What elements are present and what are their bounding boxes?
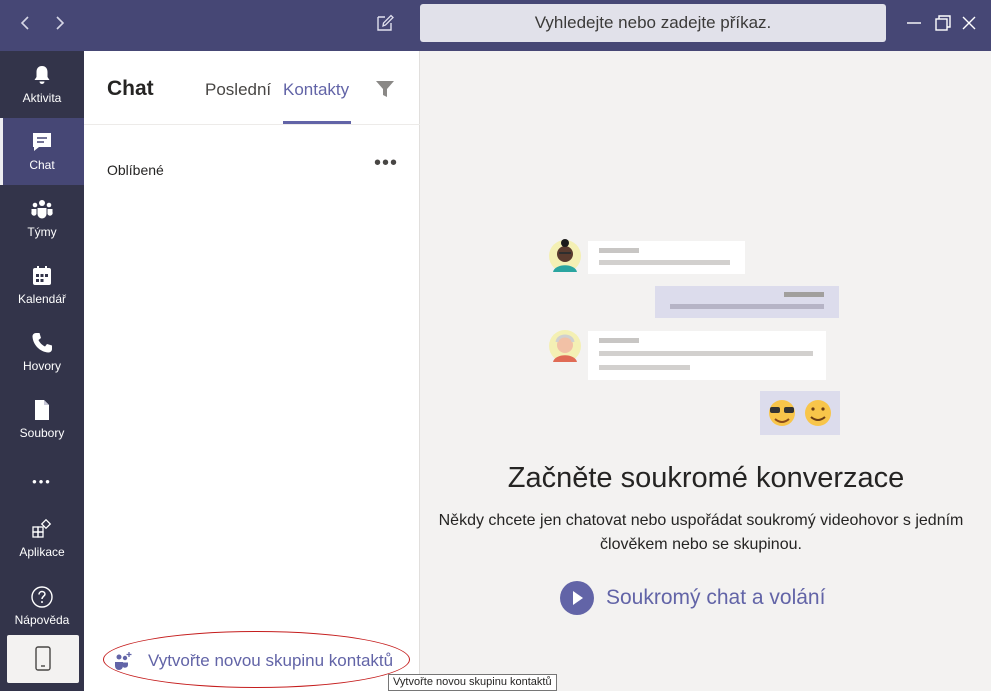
rail-item-label: Chat bbox=[29, 158, 55, 172]
help-icon bbox=[31, 586, 53, 608]
file-icon bbox=[35, 400, 49, 420]
rail-item-chat[interactable]: Chat bbox=[0, 118, 84, 185]
empty-state-description: Někdy chcete jen chatovat nebo uspořádat… bbox=[438, 512, 964, 553]
private-chat-call-button[interactable]: Soukromý chat a volání bbox=[560, 581, 825, 615]
new-contact-group-button[interactable]: Vytvořte novou skupinu kontaktů bbox=[112, 647, 393, 675]
rail-item-label: Aplikace bbox=[19, 545, 65, 559]
rail-item-teams[interactable]: Týmy bbox=[0, 185, 84, 252]
phone-icon bbox=[32, 333, 52, 353]
tooltip: Vytvořte novou skupinu kontaktů bbox=[388, 674, 557, 691]
minimize-icon bbox=[907, 22, 921, 24]
private-chat-call-label: Soukromý chat a volání bbox=[606, 586, 826, 609]
rail-item-label: Týmy bbox=[27, 225, 57, 239]
tab-contacts[interactable]: Kontakty bbox=[283, 80, 349, 100]
mobile-device-icon bbox=[35, 646, 51, 671]
new-contact-group-label: Vytvořte novou skupinu kontaktů bbox=[148, 651, 394, 670]
filter-icon bbox=[376, 81, 394, 97]
compose-icon bbox=[377, 14, 394, 31]
conversation-illustration bbox=[549, 239, 840, 435]
apps-icon bbox=[32, 518, 52, 538]
minimize-button[interactable] bbox=[903, 12, 925, 34]
rail-item-apps[interactable]: Aplikace bbox=[0, 505, 84, 572]
chat-icon bbox=[33, 133, 51, 151]
rail-item-files[interactable]: Soubory bbox=[0, 386, 84, 453]
chevron-right-icon bbox=[56, 16, 65, 30]
rail-item-label: Kalendář bbox=[17, 292, 67, 306]
section-favorites-label: Oblíbené bbox=[107, 162, 164, 178]
active-tab-indicator bbox=[283, 121, 351, 124]
main-content: Začněte soukromé konverzace Někdy chcete… bbox=[421, 51, 991, 691]
rail-more-button[interactable]: ••• bbox=[0, 474, 84, 489]
rail-item-label: Soubory bbox=[19, 426, 65, 440]
app-rail: Aktivita Chat Týmy Kalendář Hovory Soubo… bbox=[0, 51, 84, 691]
tab-recent[interactable]: Poslední bbox=[205, 80, 271, 100]
close-icon bbox=[962, 16, 976, 30]
rail-item-help[interactable]: Nápověda bbox=[0, 573, 84, 640]
chat-panel-header: Chat Poslední Kontakty bbox=[84, 51, 420, 125]
maximize-icon bbox=[935, 15, 951, 31]
search-input[interactable]: Vyhledejte nebo zadejte příkaz. bbox=[420, 4, 886, 42]
rail-item-activity[interactable]: Aktivita bbox=[0, 51, 84, 118]
more-options-button[interactable]: ••• bbox=[374, 153, 398, 179]
chat-panel: Chat Poslední Kontakty Oblíbené ••• Vytv… bbox=[84, 51, 420, 691]
empty-state-headline: Začněte soukromé konverzace bbox=[507, 462, 905, 494]
add-group-icon bbox=[115, 652, 132, 670]
panel-title: Chat bbox=[107, 77, 154, 100]
mobile-device-button[interactable] bbox=[7, 635, 79, 683]
filter-button[interactable] bbox=[374, 78, 396, 100]
rail-item-calls[interactable]: Hovory bbox=[0, 319, 84, 386]
rail-item-label: Aktivita bbox=[22, 91, 62, 105]
rail-item-label: Nápověda bbox=[14, 613, 70, 627]
compose-button[interactable] bbox=[374, 12, 396, 34]
back-button[interactable] bbox=[14, 10, 36, 36]
bell-icon bbox=[34, 66, 50, 84]
play-icon bbox=[560, 581, 594, 615]
chevron-left-icon bbox=[20, 16, 29, 30]
calendar-icon bbox=[33, 266, 51, 285]
forward-button[interactable] bbox=[49, 10, 71, 36]
maximize-button[interactable] bbox=[932, 12, 954, 34]
teams-icon bbox=[31, 200, 53, 219]
rail-item-calendar[interactable]: Kalendář bbox=[0, 252, 84, 319]
title-bar: Vyhledejte nebo zadejte příkaz. bbox=[0, 0, 991, 51]
close-button[interactable] bbox=[958, 12, 980, 34]
rail-item-label: Hovory bbox=[22, 359, 61, 373]
